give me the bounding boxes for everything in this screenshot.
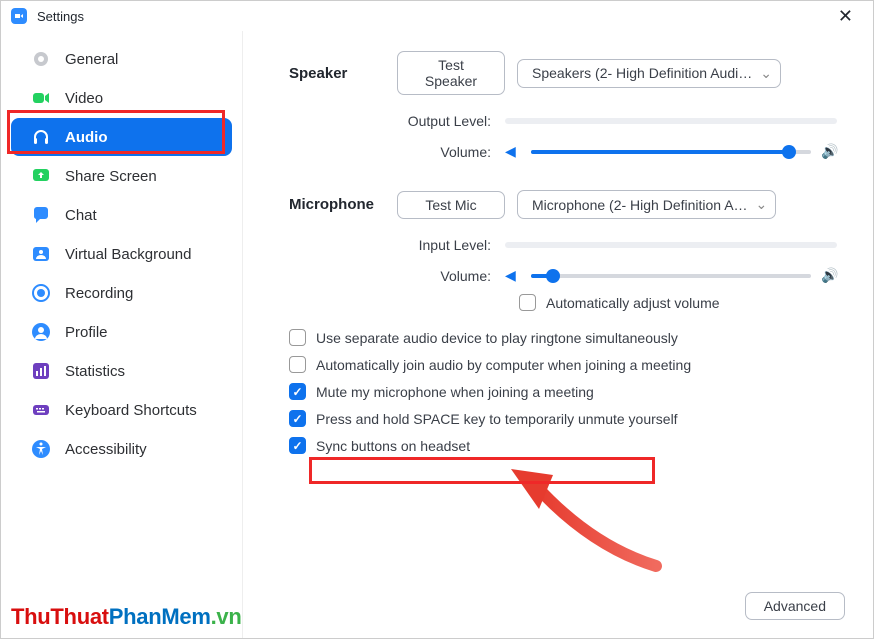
sidebar-item-share-screen[interactable]: Share Screen [11, 157, 232, 195]
speaker-device-select[interactable]: Speakers (2- High Definition Audi… ⌄ [517, 59, 781, 88]
profile-icon [31, 322, 51, 342]
mic-device-select[interactable]: Microphone (2- High Definition A… ⌄ [517, 190, 776, 219]
auto-join-audio-row: Automatically join audio by computer whe… [289, 356, 837, 373]
watermark-part2: PhanMem [109, 604, 211, 629]
test-speaker-button[interactable]: Test Speaker [397, 51, 505, 95]
sidebar-item-label: Virtual Background [65, 246, 191, 263]
sidebar-item-general[interactable]: General [11, 40, 232, 78]
volume-low-icon: ◀ [505, 143, 521, 160]
speaker-device-value: Speakers (2- High Definition Audi… [532, 65, 752, 81]
sync-headset-label: Sync buttons on headset [316, 438, 470, 454]
space-unmute-checkbox[interactable] [289, 410, 306, 427]
sidebar-item-recording[interactable]: Recording [11, 274, 232, 312]
watermark-part1: ThuThuat [11, 604, 109, 629]
sidebar-item-label: Recording [65, 285, 133, 302]
test-mic-button[interactable]: Test Mic [397, 191, 505, 219]
app-icon [9, 6, 29, 26]
separate-device-label: Use separate audio device to play ringto… [316, 330, 678, 346]
sidebar-item-label: Video [65, 90, 103, 107]
watermark-part3: .vn [211, 604, 242, 629]
auto-adjust-volume-checkbox[interactable] [519, 294, 536, 311]
sidebar-item-label: General [65, 51, 118, 68]
space-unmute-row: Press and hold SPACE key to temporarily … [289, 410, 837, 427]
audio-settings-panel: Speaker Test Speaker Speakers (2- High D… [243, 31, 873, 638]
mic-volume-row: Volume: ◀ 🔊 [289, 267, 837, 284]
close-icon[interactable]: ✕ [830, 4, 861, 29]
sidebar-item-label: Statistics [65, 363, 125, 380]
keyboard-icon [31, 400, 51, 420]
sidebar-item-virtual-background[interactable]: Virtual Background [11, 235, 232, 273]
sidebar: General Video Audio Share Screen Chat Vi… [1, 31, 243, 638]
video-icon [31, 88, 51, 108]
speaker-output-level-row: Output Level: [289, 113, 837, 129]
mute-on-join-label: Mute my microphone when joining a meetin… [316, 384, 594, 400]
gear-icon [31, 49, 51, 69]
speaker-volume-slider[interactable] [531, 150, 811, 154]
sidebar-item-accessibility[interactable]: Accessibility [11, 430, 232, 468]
accessibility-icon [31, 439, 51, 459]
chat-icon [31, 205, 51, 225]
chevron-down-icon: ⌄ [760, 65, 772, 82]
sidebar-item-label: Audio [65, 129, 108, 146]
auto-join-audio-checkbox[interactable] [289, 356, 306, 373]
mic-device-value: Microphone (2- High Definition A… [532, 197, 748, 213]
microphone-row: Microphone Test Mic Microphone (2- High … [289, 190, 837, 219]
sidebar-item-chat[interactable]: Chat [11, 196, 232, 234]
advanced-button[interactable]: Advanced [745, 592, 845, 620]
sidebar-item-profile[interactable]: Profile [11, 313, 232, 351]
volume-high-icon: 🔊 [821, 267, 837, 284]
sidebar-item-video[interactable]: Video [11, 79, 232, 117]
sidebar-item-keyboard-shortcuts[interactable]: Keyboard Shortcuts [11, 391, 232, 429]
speaker-output-level-meter [505, 118, 837, 124]
speaker-volume-label: Volume: [289, 144, 505, 160]
sidebar-item-label: Accessibility [65, 441, 147, 458]
record-icon [31, 283, 51, 303]
sidebar-item-statistics[interactable]: Statistics [11, 352, 232, 390]
speaker-volume-row: Volume: ◀ 🔊 [289, 143, 837, 160]
virtual-background-icon [31, 244, 51, 264]
mute-on-join-checkbox[interactable] [289, 383, 306, 400]
sidebar-item-label: Keyboard Shortcuts [65, 402, 197, 419]
settings-main: General Video Audio Share Screen Chat Vi… [1, 31, 873, 638]
share-screen-icon [31, 166, 51, 186]
sync-headset-row: Sync buttons on headset [289, 437, 837, 454]
separate-device-row: Use separate audio device to play ringto… [289, 329, 837, 346]
mic-input-level-meter [505, 242, 837, 248]
mute-on-join-row: Mute my microphone when joining a meetin… [289, 383, 837, 400]
speaker-row: Speaker Test Speaker Speakers (2- High D… [289, 51, 837, 95]
auto-adjust-volume-label: Automatically adjust volume [546, 295, 720, 311]
audio-options-group: Use separate audio device to play ringto… [289, 329, 837, 454]
titlebar: Settings ✕ [1, 1, 873, 31]
window-title: Settings [37, 9, 84, 24]
headphones-icon [31, 127, 51, 147]
microphone-heading: Microphone [289, 196, 397, 213]
volume-low-icon: ◀ [505, 267, 521, 284]
sidebar-item-label: Profile [65, 324, 108, 341]
sidebar-item-label: Chat [65, 207, 97, 224]
input-level-label: Input Level: [289, 237, 505, 253]
space-unmute-label: Press and hold SPACE key to temporarily … [316, 411, 678, 427]
output-level-label: Output Level: [289, 113, 505, 129]
mic-volume-label: Volume: [289, 268, 505, 284]
sync-headset-checkbox[interactable] [289, 437, 306, 454]
speaker-heading: Speaker [289, 65, 397, 82]
mic-volume-slider[interactable] [531, 274, 811, 278]
separate-device-checkbox[interactable] [289, 329, 306, 346]
titlebar-left: Settings [9, 6, 84, 26]
auto-join-audio-label: Automatically join audio by computer whe… [316, 357, 691, 373]
auto-adjust-volume-row: Automatically adjust volume [519, 294, 837, 311]
sidebar-item-audio[interactable]: Audio [11, 118, 232, 156]
watermark: ThuThuatPhanMem.vn [11, 604, 242, 630]
statistics-icon [31, 361, 51, 381]
volume-high-icon: 🔊 [821, 143, 837, 160]
chevron-down-icon: ⌄ [756, 196, 768, 213]
sidebar-item-label: Share Screen [65, 168, 157, 185]
mic-input-level-row: Input Level: [289, 237, 837, 253]
